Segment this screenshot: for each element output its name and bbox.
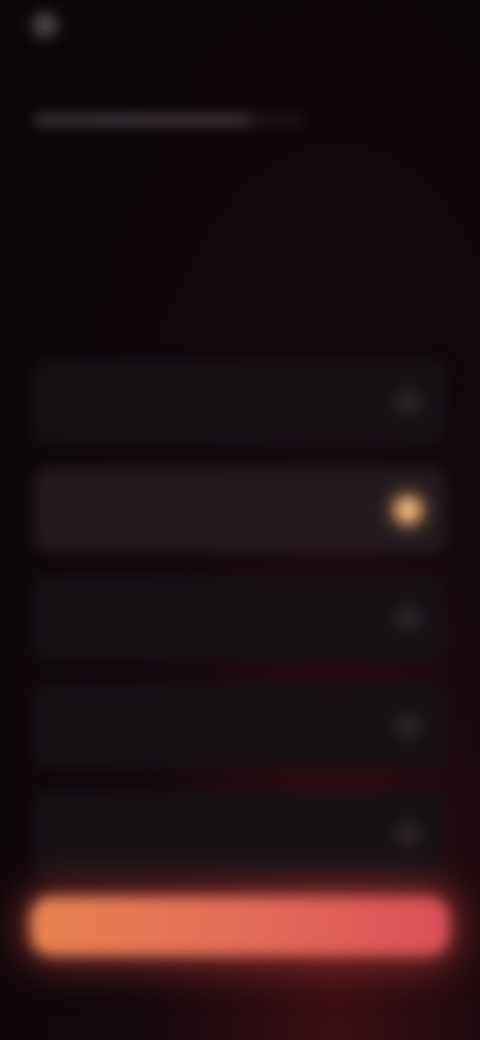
option-1[interactable]	[34, 360, 446, 444]
onboarding-screen	[0, 0, 480, 1040]
progress-bar	[34, 117, 304, 123]
radio-icon[interactable]	[395, 605, 421, 631]
option-5[interactable]	[34, 792, 446, 876]
progress-fill	[34, 117, 250, 123]
radio-icon[interactable]	[395, 713, 421, 739]
radio-icon[interactable]	[395, 389, 421, 415]
option-3[interactable]	[34, 576, 446, 660]
top-bar	[32, 12, 68, 38]
option-2[interactable]	[34, 468, 446, 552]
option-4[interactable]	[34, 684, 446, 768]
options-list	[34, 360, 446, 900]
continue-button[interactable]	[30, 896, 450, 956]
back-icon[interactable]	[32, 12, 58, 38]
radio-icon[interactable]	[395, 821, 421, 847]
radio-icon[interactable]	[395, 497, 421, 523]
